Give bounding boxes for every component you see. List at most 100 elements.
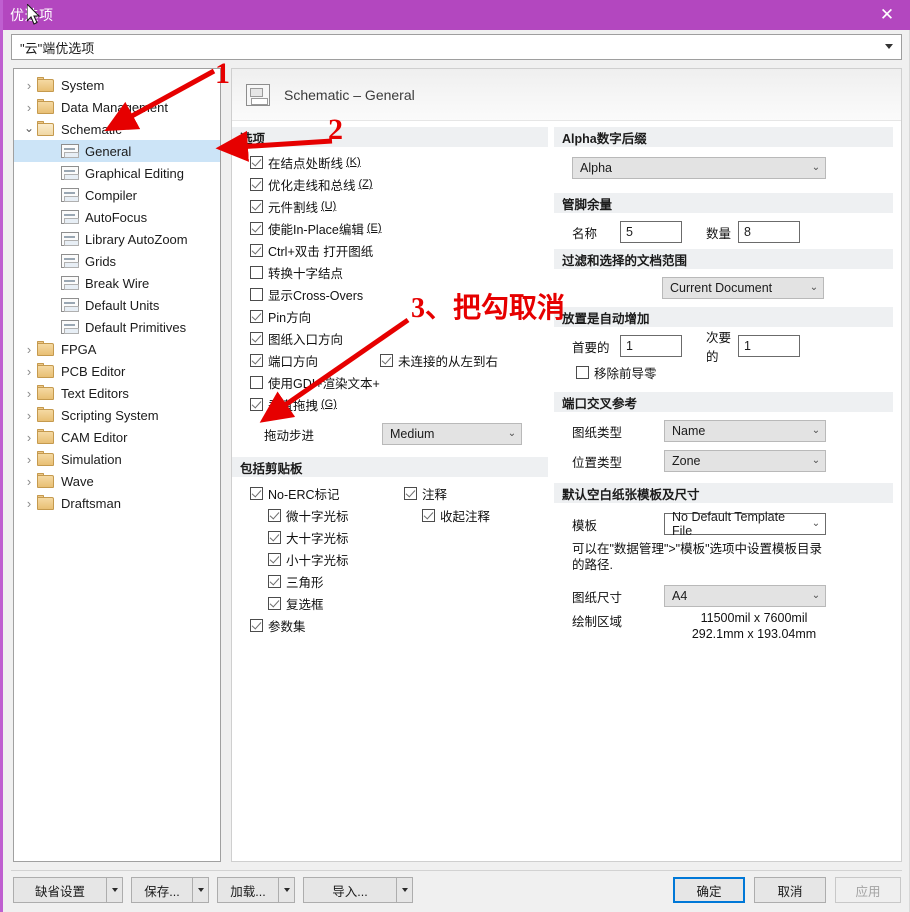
checkbox-remove-leading-zero[interactable]: 移除前导零	[576, 361, 901, 383]
tree-item-library-autozoom[interactable]: Library AutoZoom	[14, 228, 220, 250]
tree-item-label: Simulation	[61, 451, 122, 467]
dropdown-arrow-icon[interactable]	[106, 877, 123, 903]
page-icon	[60, 209, 80, 225]
chevron-right-icon[interactable]: ›	[22, 100, 36, 115]
options-checkbox-list: 在结点处断线 (K) 优化走线和总线 (Z) 元件割线 (U) 使能In-Place编辑 (E…	[232, 147, 554, 349]
chevron-right-icon[interactable]: ›	[22, 342, 36, 357]
doc-scope-select[interactable]: Current Document ⌄	[662, 277, 824, 299]
tree-item-break-wire[interactable]: Break Wire	[14, 272, 220, 294]
checkbox-clipboard-clipL-6[interactable]: 参数集	[250, 614, 404, 636]
alpha-suffix-select[interactable]: Alpha ⌄	[572, 157, 826, 179]
tree-item-schematic[interactable]: ⌄ Schematic	[14, 118, 220, 140]
chevron-down-icon: ⌄	[809, 282, 819, 293]
checkbox-clipboard-clipL-4[interactable]: 三角形	[268, 570, 404, 592]
checkbox-use-gdi-plus[interactable]: 使用GDI+渲染文本+	[250, 371, 554, 393]
checkbox-label: 复选框	[286, 597, 324, 612]
primary-label: 首要的	[572, 340, 610, 355]
checkbox-clipboard-clipL-1[interactable]: 微十字光标	[268, 504, 404, 526]
chevron-down-icon: ⌄	[811, 455, 821, 466]
checkbox-clipboard-clipL-3[interactable]: 小十字光标	[268, 548, 404, 570]
chevron-right-icon[interactable]: ›	[22, 408, 36, 423]
pin-name-input[interactable]: 5	[620, 221, 682, 243]
checkbox-unconnected-left-to-right[interactable]: 未连接的从左到右	[380, 349, 498, 371]
tree-item-scripting-system[interactable]: › Scripting System	[14, 404, 220, 426]
chevron-right-icon[interactable]: ›	[22, 364, 36, 379]
dropdown-arrow-icon[interactable]	[278, 877, 295, 903]
drag-step-select[interactable]: Medium ⌄	[382, 423, 522, 445]
tree-item-system[interactable]: › System	[14, 74, 220, 96]
dropdown-arrow-icon[interactable]	[396, 877, 413, 903]
checkbox-box	[422, 508, 435, 522]
chevron-right-icon[interactable]: ›	[22, 78, 36, 93]
tree-item-label: PCB Editor	[61, 363, 126, 379]
tree-item-fpga[interactable]: › FPGA	[14, 338, 220, 360]
checkbox-port-direction[interactable]: 端口方向	[250, 349, 380, 371]
folder-icon	[36, 473, 56, 489]
page-icon	[60, 231, 80, 247]
preferences-tree[interactable]: › System › Data Management ⌄ Schematic General…	[13, 68, 221, 862]
sheet-size-value: A4	[672, 589, 688, 603]
chevron-right-icon[interactable]: ›	[22, 474, 36, 489]
checkbox-option-2[interactable]: 元件割线 (U)	[250, 195, 554, 217]
template-select[interactable]: No Default Template File ⌄	[664, 510, 826, 538]
footer-button-label-1[interactable]: 保存...	[131, 877, 192, 903]
tree-item-default-units[interactable]: Default Units	[14, 294, 220, 316]
tree-item-grids[interactable]: Grids	[14, 250, 220, 272]
footer-split-button-0[interactable]: 缺省设置	[13, 877, 123, 903]
chevron-right-icon[interactable]: ›	[22, 386, 36, 401]
checkbox-clipboard-clipR-0[interactable]: 注释	[404, 482, 554, 504]
page-title: Schematic – General	[284, 86, 415, 103]
pin-qty-input[interactable]: 8	[738, 221, 800, 243]
checkbox-option-0[interactable]: 在结点处断线 (K)	[250, 151, 554, 173]
pin-qty-label: 数量	[706, 226, 732, 241]
chevron-down-icon[interactable]: ⌄	[22, 121, 36, 135]
tree-item-compiler[interactable]: Compiler	[14, 184, 220, 206]
checkbox-option-4[interactable]: Ctrl+双击 打开图纸	[250, 239, 554, 261]
checkbox-option-1[interactable]: 优化走线和总线 (Z)	[250, 173, 554, 195]
checkbox-option-7[interactable]: Pin方向	[250, 305, 554, 327]
checkbox-box	[268, 530, 281, 544]
footer-button-label-0[interactable]: 缺省设置	[13, 877, 106, 903]
checkbox-clipboard-clipL-5[interactable]: 复选框	[268, 592, 404, 614]
primary-input[interactable]: 1	[620, 335, 682, 357]
location-type-select[interactable]: Zone ⌄	[664, 450, 826, 472]
checkbox-box	[250, 287, 263, 301]
tree-item-autofocus[interactable]: AutoFocus	[14, 206, 220, 228]
tree-item-cam-editor[interactable]: › CAM Editor	[14, 426, 220, 448]
tree-item-general[interactable]: General	[14, 140, 220, 162]
tree-item-text-editors[interactable]: › Text Editors	[14, 382, 220, 404]
ok-button[interactable]: 确定	[673, 877, 745, 903]
footer-button-label-2[interactable]: 加载...	[217, 877, 278, 903]
chevron-right-icon[interactable]: ›	[22, 496, 36, 511]
tree-item-graphical-editing[interactable]: Graphical Editing	[14, 162, 220, 184]
checkbox-clipboard-clipL-0[interactable]: No-ERC标记	[250, 482, 404, 504]
cancel-button[interactable]: 取消	[754, 877, 826, 903]
dropdown-arrow-icon[interactable]	[192, 877, 209, 903]
tree-item-label: Default Units	[85, 297, 160, 313]
checkbox-option-8[interactable]: 图纸入口方向	[250, 327, 554, 349]
footer-split-button-1[interactable]: 保存...	[131, 877, 209, 903]
footer-button-label-3[interactable]: 导入...	[303, 877, 396, 903]
tree-item-wave[interactable]: › Wave	[14, 470, 220, 492]
checkbox-option-5[interactable]: 转换十字结点	[250, 261, 554, 283]
checkbox-clipboard-clipL-2[interactable]: 大十字光标	[268, 526, 404, 548]
checkbox-option-3[interactable]: 使能In-Place编辑 (E)	[250, 217, 554, 239]
cloud-preferences-select[interactable]: "云"端优选项	[11, 34, 902, 60]
checkbox-vertical-drag[interactable]: 垂直拖拽 (G)	[250, 393, 554, 415]
footer-split-button-3[interactable]: 导入...	[303, 877, 413, 903]
checkbox-option-6[interactable]: 显示Cross-Overs	[250, 283, 554, 305]
sheet-type-select[interactable]: Name ⌄	[664, 420, 826, 442]
sheet-size-select[interactable]: A4 ⌄	[664, 585, 826, 607]
checkbox-clipboard-clipR-1[interactable]: 收起注释	[422, 504, 554, 526]
footer-split-button-2[interactable]: 加载...	[217, 877, 295, 903]
tree-item-pcb-editor[interactable]: › PCB Editor	[14, 360, 220, 382]
close-icon[interactable]: ✕	[864, 0, 910, 30]
chevron-right-icon[interactable]: ›	[22, 452, 36, 467]
secondary-input[interactable]: 1	[738, 335, 800, 357]
tree-item-data-management[interactable]: › Data Management	[14, 96, 220, 118]
tree-item-draftsman[interactable]: › Draftsman	[14, 492, 220, 514]
chevron-right-icon[interactable]: ›	[22, 430, 36, 445]
tree-item-simulation[interactable]: › Simulation	[14, 448, 220, 470]
tree-item-default-primitives[interactable]: Default Primitives	[14, 316, 220, 338]
page-header: Schematic – General	[232, 69, 901, 121]
